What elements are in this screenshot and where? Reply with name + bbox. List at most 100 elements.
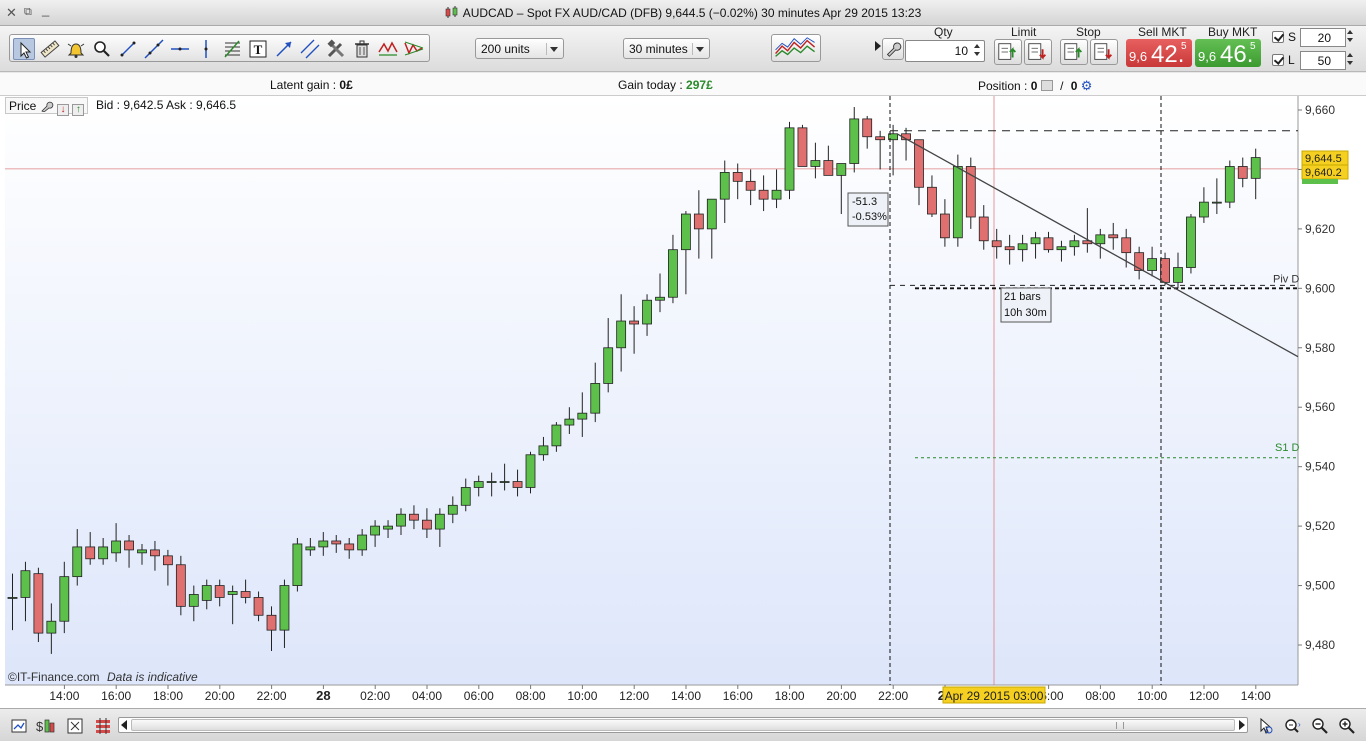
candle-down (732, 172, 743, 182)
buy-market-button[interactable]: 9,6 46. 5 (1195, 39, 1261, 68)
wrench-icon[interactable] (40, 100, 54, 113)
candle-up (486, 481, 497, 483)
candle-up (1224, 166, 1235, 203)
pointer-zoom-icon[interactable] (1256, 717, 1274, 735)
stop-buy-button[interactable] (1060, 39, 1088, 65)
buy-price-prefix: 9,6 (1198, 49, 1217, 64)
horizontal-scrollbar[interactable] (118, 717, 1248, 733)
limit-buy-button[interactable] (994, 39, 1022, 65)
candle-down (758, 189, 769, 200)
pattern-icon[interactable] (377, 38, 399, 60)
limit-distance-input[interactable]: 50 (1300, 51, 1346, 70)
candle-down (991, 240, 1002, 248)
candle-up (46, 620, 57, 634)
x-axis-label: 14:00 (1241, 689, 1271, 703)
stop-loss-input[interactable]: 20 (1300, 28, 1346, 47)
candle-down (421, 519, 432, 530)
trash-icon[interactable] (351, 38, 373, 60)
vertical-line-icon[interactable] (195, 38, 217, 60)
qty-spinner-icon[interactable] (973, 42, 982, 60)
x-axis-label: 10:00 (567, 689, 597, 703)
wrench-icon[interactable] (882, 38, 904, 60)
drawing-tools-group: T (9, 34, 430, 62)
text-tool-icon[interactable]: T (247, 38, 269, 60)
sell-market-button[interactable]: 9,6 42. 5 (1126, 39, 1192, 68)
bars-icon[interactable] (94, 717, 112, 735)
arrow-line-icon[interactable] (273, 38, 295, 60)
x-axis-label: 08:00 (1085, 689, 1115, 703)
price-chart[interactable]: Piv D S1 D -51.3 -0.53% 21 bars 10h 30m 9,66… (0, 96, 1366, 708)
layout-icon[interactable] (66, 717, 84, 735)
stop-label: Stop (1076, 25, 1101, 39)
gear-icon[interactable]: ⚙ (1081, 78, 1093, 93)
limit-spinner-icon[interactable] (1346, 51, 1355, 69)
candle-up (1030, 237, 1041, 245)
limit-checkbox[interactable] (1272, 54, 1284, 66)
channel-icon[interactable] (299, 38, 321, 60)
candle-up (836, 163, 847, 176)
pivot-level-label: Piv D (1273, 273, 1299, 285)
limit-order-icon (998, 43, 1017, 60)
stop-sell-button[interactable] (1090, 39, 1118, 65)
scroll-left-icon[interactable] (121, 720, 127, 730)
candle-up (1095, 234, 1106, 245)
limit-label: Limit (1011, 25, 1037, 39)
gain-today-label: Gain today : (618, 78, 687, 92)
arrow-up-icon[interactable]: ↑ (72, 104, 85, 116)
chevron-down-icon (546, 43, 559, 55)
measure-box-duration: 10h 30m (1004, 307, 1047, 319)
stop-loss-spinner-icon[interactable] (1346, 28, 1355, 46)
y-axis-label: 9,500 (1305, 579, 1335, 593)
buy-price-main: 46. (1220, 41, 1254, 68)
collapse-panel-icon[interactable] (875, 41, 881, 51)
zoom-out-icon[interactable] (1311, 717, 1329, 735)
horizontal-line-icon[interactable] (169, 38, 191, 60)
stop-loss-checkbox[interactable] (1272, 31, 1284, 43)
cursor-icon[interactable] (13, 38, 35, 60)
l-label: L (1288, 53, 1295, 67)
tools-icon[interactable] (325, 38, 347, 60)
candle-down (629, 320, 639, 325)
candle-up (279, 585, 290, 631)
candle-up (72, 546, 83, 578)
trendline-icon[interactable] (143, 38, 165, 60)
y-axis-label: 9,620 (1305, 222, 1335, 236)
x-axis-label: 16:00 (723, 689, 753, 703)
alarm-bell-icon[interactable] (65, 38, 87, 60)
screenshot-icon[interactable] (10, 717, 28, 735)
candle-up (616, 320, 627, 349)
limit-sell-button[interactable] (1024, 39, 1052, 65)
candle-up (1250, 157, 1261, 179)
measure-box-price-percent: -0.53% (852, 211, 887, 223)
candle-down (175, 564, 186, 607)
segment-icon[interactable] (117, 38, 139, 60)
candle-up (318, 540, 329, 548)
fibonacci-icon[interactable] (221, 38, 243, 60)
position-separator: / (1060, 79, 1064, 93)
candle-up (305, 546, 316, 551)
scroll-right-icon[interactable] (1239, 720, 1245, 730)
indicator-icon[interactable]: $ (36, 717, 56, 735)
x-axis-label: 18:00 (153, 689, 183, 703)
arrow-down-icon[interactable]: ↓ (57, 104, 70, 116)
plot-area[interactable] (5, 96, 1298, 685)
close-position-icon[interactable] (1040, 80, 1053, 91)
candle-down (875, 136, 886, 141)
ruler-icon[interactable] (39, 38, 61, 60)
x-axis-label: 06:00 (464, 689, 494, 703)
magnifier-icon[interactable] (91, 38, 113, 60)
scrollbar-thumb[interactable] (131, 719, 1235, 731)
chart-style-button[interactable] (771, 34, 821, 62)
zoom-fit-icon[interactable]: › (1283, 717, 1305, 735)
triangle-pattern-icon[interactable] (403, 38, 425, 60)
ask-price-value: 9,644.5 (1305, 153, 1342, 165)
chart-style-icon (775, 37, 816, 57)
interval-select[interactable]: 30 minutes (623, 38, 710, 59)
candle-up (784, 127, 795, 191)
x-axis-label: 08:00 (516, 689, 546, 703)
measure-box-price-delta: -51.3 (852, 196, 877, 208)
x-axis-label: 22:00 (257, 689, 287, 703)
candle-up (473, 481, 484, 488)
zoom-in-icon[interactable] (1338, 717, 1356, 735)
units-select[interactable]: 200 units (475, 38, 564, 59)
